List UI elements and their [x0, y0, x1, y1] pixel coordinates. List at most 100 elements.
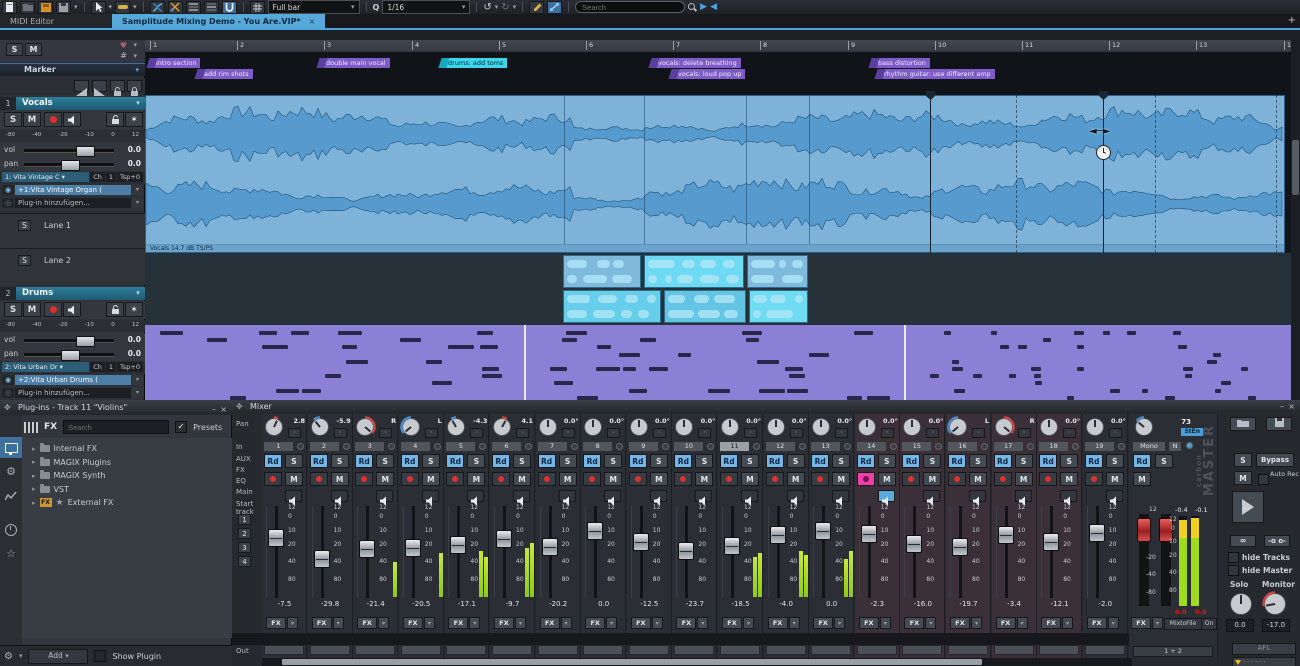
undo-icon[interactable]: ↺: [483, 2, 491, 13]
transpose-button[interactable]: Tsp+0: [117, 172, 143, 182]
new-tab-button[interactable]: +: [1288, 15, 1296, 26]
channel-state-button[interactable]: [1027, 443, 1034, 450]
channel-number[interactable]: 12: [766, 442, 795, 451]
presets-checkbox[interactable]: ✓: [175, 421, 187, 433]
crossfade-editor-icon[interactable]: [150, 1, 165, 14]
channel-fader[interactable]: 12010204080: [581, 504, 626, 600]
record-button[interactable]: [720, 472, 738, 486]
channel-state-button[interactable]: [799, 443, 806, 450]
channel-state-button[interactable]: [616, 443, 623, 450]
draw-tool-dropdown[interactable]: ▾: [133, 3, 137, 11]
auto-rec-checkbox[interactable]: [1258, 474, 1269, 485]
snap-magnet-icon[interactable]: [222, 1, 237, 14]
pan-options-button[interactable]: ◦: [972, 428, 985, 438]
channel-fader[interactable]: 12010204080: [536, 504, 581, 600]
read-automation-button[interactable]: Rd: [902, 454, 920, 468]
read-automation-button[interactable]: Rd: [355, 454, 373, 468]
record-button[interactable]: [264, 472, 282, 486]
quantize-select[interactable]: 1/16▾: [382, 0, 470, 14]
read-automation-button[interactable]: Rd: [857, 454, 875, 468]
channel-number[interactable]: 2: [310, 442, 339, 451]
marker[interactable]: add rim shots: [196, 69, 253, 79]
tree-item[interactable]: ▸FX★External FX: [22, 496, 232, 509]
pan-options-button[interactable]: ◦: [562, 428, 575, 438]
volume-slider[interactable]: [24, 149, 114, 153]
cursor-tool-icon[interactable]: [91, 1, 106, 14]
dock-handle-icon[interactable]: ✥: [236, 400, 243, 413]
pan-slider[interactable]: [24, 163, 114, 167]
grid-small-icon[interactable]: #: [120, 51, 127, 60]
channel-fx-button[interactable]: FX: [312, 617, 332, 629]
plugin-power-icon[interactable]: ◉: [2, 375, 14, 385]
read-automation-button[interactable]: Rd: [401, 454, 419, 468]
pan-options-button[interactable]: ◦: [653, 428, 666, 438]
channel-fx-dropdown[interactable]: ▾: [1017, 617, 1028, 629]
open-file-icon[interactable]: [20, 1, 35, 14]
channel-fx-dropdown[interactable]: ▾: [606, 617, 617, 629]
channel-number[interactable]: 1: [264, 442, 293, 451]
channel-number[interactable]: 3: [355, 442, 384, 451]
channel-fader[interactable]: 12010204080: [353, 504, 398, 600]
channel-fx-dropdown[interactable]: ▾: [469, 617, 480, 629]
channel-number[interactable]: 9: [629, 442, 658, 451]
row-label-main[interactable]: Main: [236, 488, 253, 496]
channel-state-button[interactable]: [343, 443, 350, 450]
global-mute-button[interactable]: M: [25, 43, 42, 56]
read-automation-button[interactable]: Rd: [446, 454, 464, 468]
close-icon[interactable]: ×: [1288, 400, 1295, 413]
gear-icon[interactable]: ⚙: [4, 651, 13, 662]
tree-item[interactable]: ▸MAGIX Synth: [22, 469, 232, 482]
sidebar-manufacturer-icon[interactable]: [0, 485, 22, 506]
global-mute-button[interactable]: M: [1234, 471, 1252, 485]
monitor-speaker-button[interactable]: [285, 490, 302, 502]
add-plugin-slot[interactable]: Plug-in hinzufügen...: [15, 388, 131, 398]
split-objects-icon[interactable]: [168, 1, 183, 14]
clip-left[interactable]: 0.0: [1175, 608, 1187, 616]
redo-dropdown[interactable]: ▾: [513, 3, 517, 11]
minimize-icon[interactable]: –: [212, 402, 216, 417]
monitor-speaker-button[interactable]: [878, 490, 895, 502]
pan-knob[interactable]: [673, 416, 695, 442]
ungroup-objects-icon[interactable]: [204, 1, 219, 14]
mute-button[interactable]: M: [285, 472, 303, 486]
read-automation-button[interactable]: Rd: [1085, 454, 1103, 468]
channel-fx-dropdown[interactable]: ▾: [697, 617, 708, 629]
channel-out-button[interactable]: [583, 645, 623, 655]
record-button[interactable]: [1039, 472, 1057, 486]
channel-fader[interactable]: 12010204080: [718, 504, 763, 600]
solo-button[interactable]: S: [695, 454, 713, 468]
channel-fx-button[interactable]: FX: [585, 617, 605, 629]
heart-icon[interactable]: ♥: [120, 41, 127, 50]
read-automation-button[interactable]: Rd: [1133, 454, 1151, 468]
pan-options-button[interactable]: ◦: [516, 428, 529, 438]
record-button[interactable]: [674, 472, 692, 486]
mixer-hscrollbar[interactable]: [262, 658, 1132, 666]
monitor-speaker-button[interactable]: [787, 490, 804, 502]
row-label-eq[interactable]: EQ: [236, 477, 246, 485]
mute-button[interactable]: M: [422, 472, 440, 486]
search-prev-icon[interactable]: ◀: [710, 2, 717, 12]
gear-dropdown[interactable]: ▾: [19, 652, 23, 660]
solo-button[interactable]: S: [285, 454, 303, 468]
afl-button[interactable]: AFL: [1232, 643, 1296, 655]
stereo-enhancer-button[interactable]: StEn: [1181, 428, 1203, 436]
solo-button[interactable]: S: [969, 454, 987, 468]
save-dropdown[interactable]: ▾: [74, 3, 78, 11]
instrument-select[interactable]: 2: Vita Urban Dr ▾: [2, 362, 89, 372]
search-icon[interactable]: [688, 3, 697, 12]
read-automation-button[interactable]: Rd: [811, 454, 829, 468]
master-pan-knob[interactable]: [1133, 416, 1155, 442]
global-solo-button[interactable]: S: [6, 43, 23, 56]
solo-button[interactable]: S: [559, 454, 577, 468]
channel-state-button[interactable]: [1072, 443, 1079, 450]
read-automation-button[interactable]: Rd: [264, 454, 282, 468]
pan-options-button[interactable]: ◦: [1109, 428, 1122, 438]
solo-button[interactable]: S: [376, 454, 394, 468]
record-button[interactable]: [1085, 472, 1103, 486]
read-automation-button[interactable]: Rd: [583, 454, 601, 468]
solo-button[interactable]: S: [513, 454, 531, 468]
channel-fx-dropdown[interactable]: ▾: [743, 617, 754, 629]
dock-handle-icon[interactable]: ✥: [4, 400, 11, 415]
mute-button[interactable]: M: [650, 472, 668, 486]
midi-clip[interactable]: MIDI Take1 0 dB: [145, 325, 526, 400]
